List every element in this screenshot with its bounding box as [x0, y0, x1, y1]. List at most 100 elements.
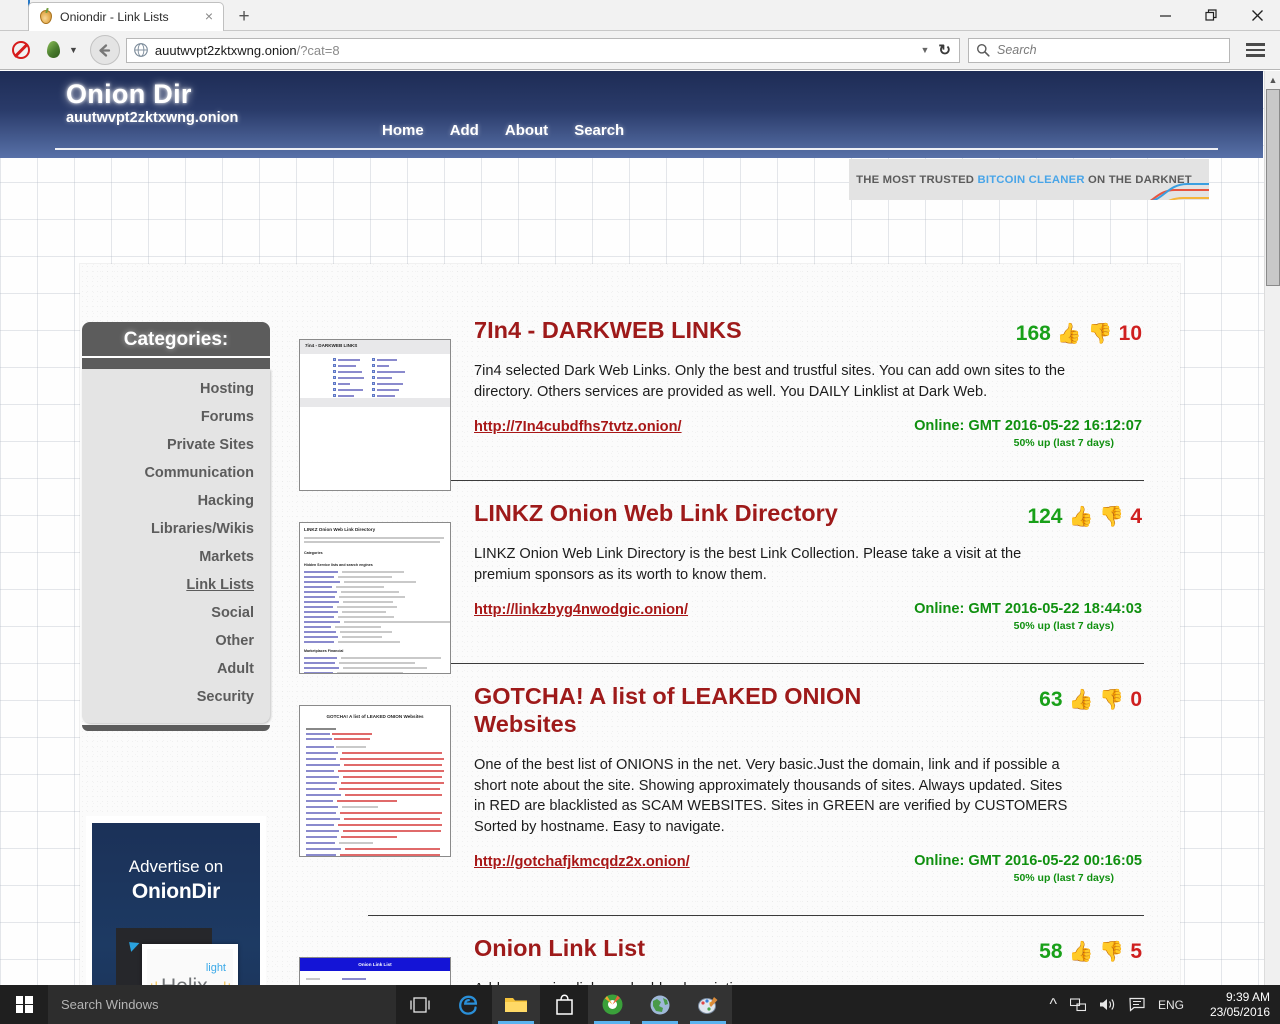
- reload-icon[interactable]: ↻: [938, 41, 951, 59]
- new-tab-button[interactable]: +: [232, 5, 256, 29]
- scrollbar-thumb[interactable]: [1266, 89, 1280, 286]
- listing-thumbnail[interactable]: 7in4 - DARKWEB LINKS: [299, 339, 451, 491]
- site-brand[interactable]: Onion Dir auutwvpt2zktxwng.onion: [66, 79, 238, 127]
- sidebar-item-security[interactable]: Security: [82, 683, 254, 711]
- listing-title[interactable]: Onion Link List: [474, 934, 924, 962]
- ad-suffix: ON THE DARKNET: [1084, 173, 1192, 186]
- show-hidden-icons[interactable]: ^: [1049, 996, 1057, 1014]
- taskbar-icons: [396, 985, 732, 1024]
- globe-icon[interactable]: [636, 985, 684, 1024]
- sidebar-item-adult[interactable]: Adult: [82, 655, 254, 683]
- taskbar-search-box[interactable]: Search Windows: [48, 985, 396, 1024]
- sidebar-item-hosting[interactable]: Hosting: [82, 375, 254, 403]
- nav-item-add[interactable]: Add: [450, 122, 479, 139]
- listing-item: GOTCHA! A list of LEAKED ONION Websites: [294, 682, 1144, 897]
- thumbs-up-icon[interactable]: 👍: [1057, 324, 1082, 344]
- windows-taskbar: Search Windows ^ ENG 9:39 AM 23/05/2016: [0, 985, 1280, 1024]
- url-bar[interactable]: auutwvpt2zktxwng.onion/?cat=8 ▼ ↻: [125, 37, 960, 63]
- categories-sidebar: Categories: Hosting Forums Private Sites…: [82, 322, 270, 731]
- listing-url[interactable]: http://gotchafjkmcqdz2x.onion/: [474, 854, 690, 870]
- browser-titlebar: Oniondir - Link Lists × +: [0, 0, 1280, 31]
- edge-icon[interactable]: [444, 985, 492, 1024]
- thumbnail-title: GOTCHA! A list of LEAKED ONION Websites: [326, 714, 424, 719]
- listing-description: 7in4 selected Dark Web Links. Only the b…: [474, 363, 1066, 400]
- ad-inner: Advertise on OnionDir Ve PAYPAL light :.…: [92, 823, 260, 985]
- sidebar-item-private-sites[interactable]: Private Sites: [82, 431, 254, 459]
- thumbs-up-icon[interactable]: 👍: [1069, 690, 1094, 710]
- listing-url[interactable]: http://7In4cubdfhs7tvtz.onion/: [474, 419, 682, 435]
- search-bar[interactable]: Search: [968, 37, 1230, 63]
- thumbs-up-icon[interactable]: 👍: [1069, 942, 1094, 962]
- minimize-icon[interactable]: [1142, 0, 1188, 31]
- restore-icon[interactable]: [1188, 0, 1234, 31]
- nav-item-search[interactable]: Search: [574, 122, 624, 139]
- action-center-icon[interactable]: [1129, 997, 1145, 1012]
- chevron-down-icon[interactable]: ▼: [69, 45, 78, 55]
- tor-onion-icon[interactable]: [44, 40, 64, 60]
- language-indicator[interactable]: ENG: [1158, 998, 1184, 1012]
- site-nav: Home Add About Search: [382, 122, 624, 139]
- search-input-placeholder: Search: [997, 43, 1037, 57]
- tor-browser-icon[interactable]: [588, 985, 636, 1024]
- listing-thumbnail[interactable]: LINKZ Onion Web Link Directory Categorie…: [299, 522, 451, 674]
- upvote-count: 168: [1015, 322, 1051, 345]
- listing-footer: http://7In4cubdfhs7tvtz.onion/ Online: G…: [474, 418, 1144, 452]
- scroll-up-icon[interactable]: ▲: [1265, 71, 1280, 88]
- vertical-scrollbar[interactable]: ▲: [1264, 71, 1280, 985]
- sidebar-item-link-lists[interactable]: Link Lists: [82, 571, 254, 599]
- listing-body: GOTCHA! A list of LEAKED ONION Websites …: [474, 682, 1144, 887]
- close-icon[interactable]: ×: [201, 9, 217, 25]
- nav-item-about[interactable]: About: [505, 122, 548, 139]
- thumbs-down-icon[interactable]: 👎: [1088, 324, 1113, 344]
- close-icon[interactable]: [1234, 0, 1280, 31]
- ad-prefix: THE MOST TRUSTED: [856, 173, 978, 186]
- start-button[interactable]: [0, 985, 48, 1024]
- sidebar-item-forums[interactable]: Forums: [82, 403, 254, 431]
- taskbar-search-placeholder: Search Windows: [61, 997, 159, 1012]
- listing-thumbnail[interactable]: Onion Link List: [299, 957, 451, 985]
- thumbs-down-icon[interactable]: 👎: [1099, 690, 1124, 710]
- browser-tab[interactable]: Oniondir - Link Lists ×: [28, 2, 224, 31]
- listing-status: Online: GMT 2016-05-22 18:44:03 50% up (…: [914, 601, 1142, 632]
- clock-time: 9:39 AM: [1225, 990, 1270, 1004]
- categories-footer-strip: [82, 725, 270, 731]
- menu-icon[interactable]: [1238, 43, 1272, 57]
- advertise-on-oniondir-ad[interactable]: Advertise on OnionDir Ve PAYPAL light :.…: [86, 816, 266, 985]
- url-host: auutwvpt2zktxwng.onion: [154, 42, 297, 58]
- online-status: Online: GMT 2016-05-22 16:12:07: [914, 418, 1142, 434]
- listing-body: Onion Link List 58 👍 👎 5 Add your onion …: [474, 934, 1144, 985]
- store-icon[interactable]: [540, 985, 588, 1024]
- listing-url[interactable]: http://linkzbyg4nwodgic.onion/: [474, 602, 688, 618]
- back-button[interactable]: [89, 35, 120, 65]
- url-path: /?cat=8: [296, 42, 340, 58]
- windows-logo-icon: [15, 996, 33, 1013]
- listing-title[interactable]: GOTCHA! A list of LEAKED ONION Websites: [474, 682, 924, 738]
- tab-title: Oniondir - Link Lists: [60, 10, 169, 24]
- listing-title[interactable]: LINKZ Onion Web Link Directory: [474, 499, 924, 527]
- thumbs-down-icon[interactable]: 👎: [1099, 507, 1124, 527]
- nav-item-home[interactable]: Home: [382, 122, 424, 139]
- clock[interactable]: 9:39 AM 23/05/2016: [1210, 990, 1270, 1020]
- sidebar-item-other[interactable]: Other: [82, 627, 254, 655]
- bitcoin-cleaner-ad-banner[interactable]: THE MOST TRUSTED BITCOIN CLEANER ON THE …: [849, 159, 1209, 200]
- network-icon[interactable]: [1069, 997, 1086, 1012]
- sidebar-item-communication[interactable]: Communication: [82, 459, 254, 487]
- listing-title[interactable]: 7In4 - DARKWEB LINKS: [474, 316, 924, 344]
- task-view-icon[interactable]: [396, 985, 444, 1024]
- sidebar-item-social[interactable]: Social: [82, 599, 254, 627]
- noscript-icon[interactable]: [10, 39, 32, 61]
- paint-icon[interactable]: [684, 985, 732, 1024]
- chevron-down-icon[interactable]: ▼: [921, 45, 930, 55]
- listings-container: 7in4 - DARKWEB LINKS 7In4 - DARKWEB LINK…: [294, 316, 1144, 985]
- file-explorer-icon[interactable]: [492, 985, 540, 1024]
- vote-counter: 124 👍 👎 4: [1027, 505, 1142, 529]
- thumbs-up-icon[interactable]: 👍: [1069, 507, 1094, 527]
- sidebar-item-markets[interactable]: Markets: [82, 543, 254, 571]
- volume-icon[interactable]: [1099, 997, 1116, 1012]
- thumbs-down-icon[interactable]: 👎: [1099, 942, 1124, 962]
- sidebar-item-libraries-wikis[interactable]: Libraries/Wikis: [82, 515, 254, 543]
- ad-card-light-title: Helix: [161, 975, 208, 985]
- listing-thumbnail[interactable]: GOTCHA! A list of LEAKED ONION Websites: [299, 705, 451, 857]
- globe-icon: [134, 43, 148, 57]
- sidebar-item-hacking[interactable]: Hacking: [82, 487, 254, 515]
